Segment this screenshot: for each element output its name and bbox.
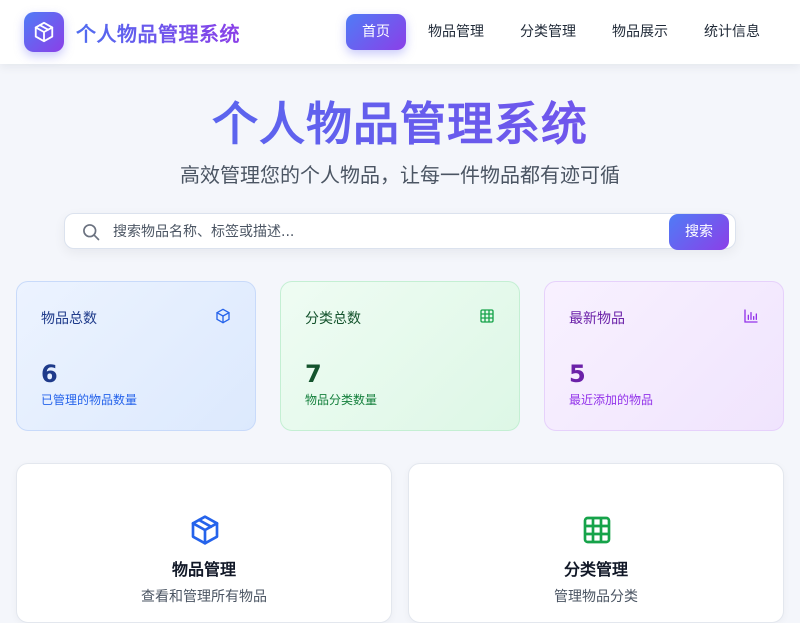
stat-label: 最新物品	[569, 311, 625, 327]
search-bar: 搜索	[64, 213, 736, 250]
feature-card-category-management[interactable]: 分类管理 管理物品分类	[408, 463, 784, 623]
grid-icon	[583, 516, 611, 544]
stat-value: 5	[569, 360, 586, 388]
main-nav: 首页 物品管理 分类管理 物品展示 统计信息	[346, 14, 778, 50]
cube-icon	[191, 515, 219, 545]
stat-value: 6	[41, 360, 58, 388]
bar-chart-icon	[744, 309, 758, 323]
hero-subtitle: 高效管理您的个人物品，让每一件物品都有迹可循	[180, 163, 620, 187]
stat-card-total-items: 物品总数 6 已管理的物品数量	[16, 281, 256, 431]
nav-item-showcase[interactable]: 物品展示	[594, 14, 686, 50]
stat-label: 分类总数	[305, 311, 361, 327]
stat-card-recent-items: 最新物品 5 最近添加的物品	[544, 281, 784, 431]
stat-description: 最近添加的物品	[569, 393, 654, 407]
grid-icon	[480, 309, 494, 323]
feature-description: 管理物品分类	[554, 589, 638, 605]
app-brand-title[interactable]: 个人物品管理系统	[76, 18, 240, 47]
nav-item-home[interactable]: 首页	[346, 14, 406, 50]
stat-value: 7	[305, 360, 322, 388]
feature-description: 查看和管理所有物品	[141, 589, 267, 605]
cube-icon	[216, 308, 230, 324]
stat-card-total-categories: 分类总数 7 物品分类数量	[280, 281, 520, 431]
app-logo[interactable]	[24, 12, 64, 52]
search-input[interactable]	[113, 218, 663, 246]
nav-item-statistics[interactable]: 统计信息	[686, 14, 778, 50]
stat-description: 已管理的物品数量	[41, 393, 138, 407]
nav-item-items[interactable]: 物品管理	[410, 14, 502, 50]
hero-title: 个人物品管理系统	[0, 92, 800, 156]
stat-label: 物品总数	[41, 311, 97, 327]
nav-item-categories[interactable]: 分类管理	[502, 14, 594, 50]
cube-icon	[34, 21, 54, 43]
search-icon	[83, 224, 100, 241]
top-navbar: 个人物品管理系统 首页 物品管理 分类管理 物品展示 统计信息	[0, 0, 800, 64]
feature-title: 物品管理	[171, 560, 236, 579]
feature-card-item-management[interactable]: 物品管理 查看和管理所有物品	[16, 463, 392, 623]
feature-title: 分类管理	[563, 560, 628, 579]
search-button[interactable]: 搜索	[669, 214, 729, 250]
stat-description: 物品分类数量	[305, 393, 378, 407]
